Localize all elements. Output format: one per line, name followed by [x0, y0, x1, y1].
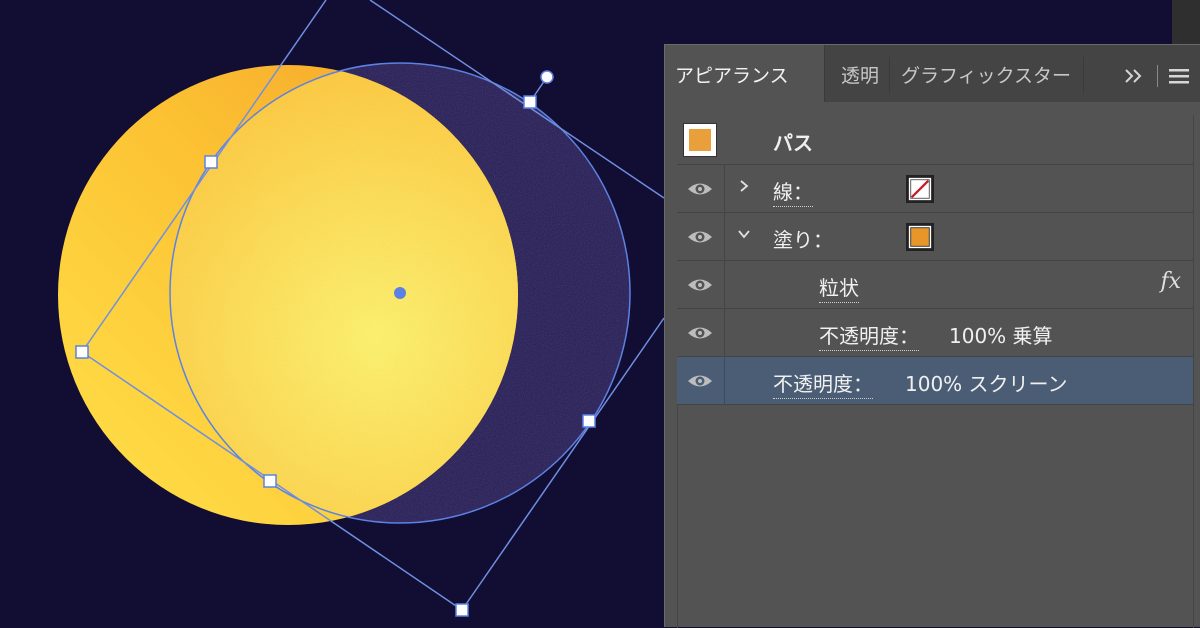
resize-handle[interactable] — [582, 414, 596, 428]
tab-transparency[interactable]: 透明 — [831, 45, 889, 102]
fx-icon[interactable]: fx — [1160, 269, 1181, 294]
eye-icon[interactable] — [687, 371, 713, 391]
opacity-value: 100% 乗算 — [949, 324, 1053, 348]
scrollbar[interactable] — [1172, 0, 1200, 44]
column-divider — [724, 165, 725, 213]
opacity-label[interactable]: 不透明度： — [773, 368, 873, 399]
tab-appearance[interactable]: アピアランス — [665, 45, 825, 102]
fill-label[interactable]: 塗り： — [773, 224, 833, 253]
eye-icon[interactable] — [687, 323, 713, 343]
panel-empty-area — [677, 405, 678, 628]
object-thumbnail — [683, 123, 717, 157]
stroke-label[interactable]: 線： — [773, 176, 813, 207]
panel-empty-area-right — [1193, 115, 1194, 628]
resize-handle[interactable] — [523, 95, 537, 109]
tab-label: 透明 — [841, 65, 880, 87]
rotate-handle[interactable] — [540, 70, 554, 84]
panel-tab-bar: アピアランス 透明 グラフィックスター — [665, 45, 1200, 102]
stroke-none-swatch[interactable] — [906, 175, 934, 203]
tab-graphic-styles[interactable]: グラフィックスター — [891, 45, 1081, 102]
tab-divider — [889, 57, 890, 93]
fill-opacity-row[interactable]: 不透明度： 100% 乗算 — [677, 309, 1193, 357]
tab-divider — [1157, 65, 1158, 87]
tab-label: アピアランス — [675, 65, 789, 87]
appearance-panel: アピアランス 透明 グラフィックスター パス 線： 塗り： 粒状 fx 不透明度… — [664, 44, 1200, 628]
object-opacity-row[interactable]: 不透明度： 100% スクリーン — [677, 357, 1193, 405]
tab-divider — [1083, 57, 1084, 93]
stroke-row[interactable]: 線： — [677, 165, 1193, 213]
eye-icon[interactable] — [687, 275, 713, 295]
tab-label: グラフィックスター — [901, 65, 1072, 87]
column-divider — [724, 357, 725, 405]
fill-color-swatch[interactable] — [906, 223, 934, 251]
resize-handle[interactable] — [75, 345, 89, 359]
column-divider — [724, 261, 725, 309]
column-divider — [724, 213, 725, 261]
opacity-label[interactable]: 不透明度： — [819, 320, 919, 351]
double-chevron-right-icon[interactable] — [1123, 67, 1145, 85]
resize-handle[interactable] — [263, 474, 277, 488]
object-header-row: パス — [677, 115, 1193, 165]
eye-icon[interactable] — [687, 179, 713, 199]
eye-icon[interactable] — [687, 227, 713, 247]
grain-effect-label[interactable]: 粒状 — [819, 272, 859, 303]
fill-row[interactable]: 塗り： — [677, 213, 1193, 261]
opacity-value: 100% スクリーン — [905, 372, 1068, 396]
chevron-right-icon[interactable] — [737, 179, 751, 193]
resize-handle[interactable] — [204, 155, 218, 169]
resize-handle[interactable] — [455, 603, 469, 617]
chevron-down-icon[interactable] — [737, 227, 751, 241]
object-type-title: パス — [773, 131, 813, 155]
center-point[interactable] — [394, 287, 406, 299]
grain-effect-row[interactable]: 粒状 fx — [677, 261, 1193, 309]
hamburger-menu-icon[interactable] — [1169, 67, 1189, 85]
column-divider — [724, 309, 725, 357]
